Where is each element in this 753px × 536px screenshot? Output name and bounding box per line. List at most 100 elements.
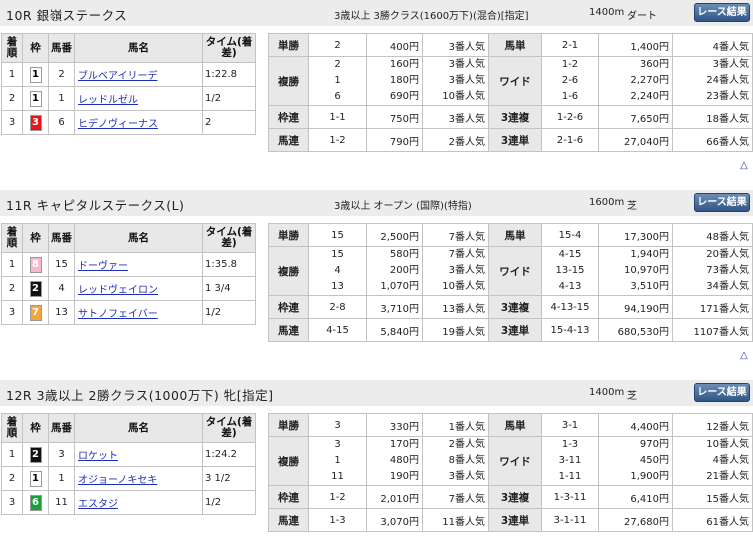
payout-label: ワイド xyxy=(488,56,542,106)
horse-name-link[interactable]: ロケット xyxy=(76,451,118,462)
payout-popularity: 7番人気 xyxy=(422,223,489,247)
payout-numbers-line: 6 xyxy=(334,91,341,102)
finish-time: 1/2 xyxy=(202,490,256,515)
payout-label: 単勝 xyxy=(268,223,309,247)
horse-name-link[interactable]: ブルベアイリーデ xyxy=(76,71,158,82)
payout-popularity: 3番人気 24番人気 23番人気 xyxy=(672,56,753,106)
payout-numbers-line: 1-6 xyxy=(561,91,579,102)
payout-amount-line: 190円 xyxy=(389,471,419,482)
header-frame: 枠 xyxy=(22,413,49,443)
payout-popularity-line: 20番人気 xyxy=(706,249,749,260)
header-frame: 枠 xyxy=(22,223,49,253)
race-result-button[interactable]: レース結果 xyxy=(694,193,750,212)
finish-position: 1 xyxy=(1,62,23,87)
payout-popularity: 171番人気 xyxy=(672,295,753,319)
finish-time: 1:22.8 xyxy=(202,62,256,87)
payout-row: 複勝 15 4 13 580円 200円 1,070円 7番人気 3番人気 10番人気 ワイ… xyxy=(268,246,753,296)
payout-amount: 5,840円 xyxy=(366,318,423,342)
payout-row: 枠連 2-8 3,710円 13番人気 3連複 4-13-15 94,190円 … xyxy=(268,295,753,319)
payout-numbers-line: 4-13 xyxy=(558,281,582,292)
horse-name-link[interactable]: サトノフェイバー xyxy=(76,309,158,320)
payout-amount: 330円 xyxy=(366,413,423,437)
race-header: 11R キャピタルステークス(L) 3歳以上 オープン (国際)(特指) 160… xyxy=(0,190,753,216)
payout-label: 3連複 xyxy=(488,105,542,129)
result-row: 1 2 3 ロケット 1:24.2 xyxy=(1,442,256,467)
page-top-arrow-icon[interactable]: △ xyxy=(738,351,750,361)
frame-cell: 6 xyxy=(22,490,49,515)
finish-position: 3 xyxy=(1,110,23,135)
payout-popularity: 3番人気 3番人気 10番人気 xyxy=(422,56,489,106)
payout-numbers: 2 xyxy=(308,33,367,57)
finish-position: 1 xyxy=(1,442,23,467)
payout-amount: 2,500円 xyxy=(366,223,423,247)
header-number: 馬番 xyxy=(48,413,75,443)
header-finish: 着順 xyxy=(1,33,23,63)
payout-amount: 1,940円 10,970円 3,510円 xyxy=(598,246,673,296)
payout-numbers: 2 1 6 xyxy=(308,56,367,106)
payout-numbers: 15 4 13 xyxy=(308,246,367,296)
payout-popularity: 1107番人気 xyxy=(672,318,753,342)
payout-numbers-line: 15 xyxy=(331,249,344,260)
payout-numbers: 1-2-6 xyxy=(541,105,599,129)
payout-popularity-line: 7番人気 xyxy=(448,249,485,260)
result-row: 2 1 1 レッドルゼル 1/2 xyxy=(1,86,256,111)
payout-amount: 970円 450円 1,900円 xyxy=(598,436,673,486)
horse-name-link[interactable]: ヒデノヴィーナス xyxy=(76,119,158,130)
payout-numbers-line: 13-15 xyxy=(555,265,585,276)
frame-cell: 3 xyxy=(22,110,49,135)
horse-name-cell: エスタジ xyxy=(74,490,203,515)
results-header-row: 着順 枠 馬番 馬名 タイム(着差) xyxy=(1,223,256,253)
results-table: 着順 枠 馬番 馬名 タイム(着差) 1 8 15 ドーヴァー 1:35.8 2 2 4 レッド… xyxy=(1,223,256,325)
result-row: 1 1 2 ブルベアイリーデ 1:22.8 xyxy=(1,62,256,87)
payout-popularity: 11番人気 xyxy=(422,508,489,532)
payout-row: 馬連 1-2 790円 2番人気 3連単 2-1-6 27,040円 66番人気 xyxy=(268,128,753,152)
payout-label: 複勝 xyxy=(268,246,309,296)
payout-numbers: 2-8 xyxy=(308,295,367,319)
payout-row: 複勝 3 1 11 170円 480円 190円 2番人気 8番人気 3番人気 ワイド 1-… xyxy=(268,436,753,486)
frame-badge: 2 xyxy=(29,280,42,297)
payout-amount-line: 200円 xyxy=(389,265,419,276)
payout-popularity-line: 2番人気 xyxy=(448,439,485,450)
payout-amount-line: 180円 xyxy=(389,75,419,86)
payout-numbers-line: 3-11 xyxy=(558,455,582,466)
payout-numbers-line: 2-6 xyxy=(561,75,579,86)
payout-label: 単勝 xyxy=(268,413,309,437)
horse-name-link[interactable]: レッドヴェイロン xyxy=(76,285,158,296)
payout-label: 枠連 xyxy=(268,485,309,509)
payout-amount-line: 170円 xyxy=(389,439,419,450)
payout-label: 単勝 xyxy=(268,33,309,57)
horse-name-cell: サトノフェイバー xyxy=(74,300,203,325)
payout-label: ワイド xyxy=(488,436,542,486)
horse-name-link[interactable]: レッドルゼル xyxy=(76,95,138,106)
horse-number: 6 xyxy=(48,110,75,135)
payout-numbers: 1-3-11 xyxy=(541,485,599,509)
payout-row: 馬連 4-15 5,840円 19番人気 3連単 15-4-13 680,530… xyxy=(268,318,753,342)
payout-popularity: 12番人気 xyxy=(672,413,753,437)
payout-amount-line: 580円 xyxy=(389,249,419,260)
horse-name-link[interactable]: エスタジ xyxy=(76,499,118,510)
horse-name-link[interactable]: オジョーノキセキ xyxy=(76,475,157,486)
payout-row: 単勝 15 2,500円 7番人気 馬単 15-4 17,300円 48番人気 xyxy=(268,223,753,247)
payout-popularity-line: 3番人気 xyxy=(448,59,485,70)
payout-popularity: 2番人気 xyxy=(422,128,489,152)
payout-popularity: 13番人気 xyxy=(422,295,489,319)
frame-cell: 2 xyxy=(22,276,49,301)
payout-popularity: 20番人気 73番人気 34番人気 xyxy=(672,246,753,296)
payout-amount: 580円 200円 1,070円 xyxy=(366,246,423,296)
payout-numbers: 3-1 xyxy=(541,413,599,437)
header-time: タイム(着差) xyxy=(202,33,256,63)
results-table: 着順 枠 馬番 馬名 タイム(着差) 1 1 2 ブルベアイリーデ 1:22.8 2 1 1 レ… xyxy=(1,33,256,135)
payout-popularity-line: 4番人気 xyxy=(712,455,749,466)
payout-numbers-line: 1-11 xyxy=(558,471,582,482)
race-surface: ダート xyxy=(627,11,657,22)
result-row: 3 3 6 ヒデノヴィーナス 2 xyxy=(1,110,256,135)
payout-amount-line: 160円 xyxy=(389,59,419,70)
payout-amount: 17,300円 xyxy=(598,223,673,247)
race-result-button[interactable]: レース結果 xyxy=(694,383,750,402)
header-horse: 馬名 xyxy=(74,33,203,63)
payout-numbers: 15-4-13 xyxy=(541,318,599,342)
page-top-arrow-icon[interactable]: △ xyxy=(738,161,750,171)
horse-name-link[interactable]: ドーヴァー xyxy=(76,261,128,272)
race-result-button[interactable]: レース結果 xyxy=(694,3,750,22)
header-finish: 着順 xyxy=(1,223,23,253)
